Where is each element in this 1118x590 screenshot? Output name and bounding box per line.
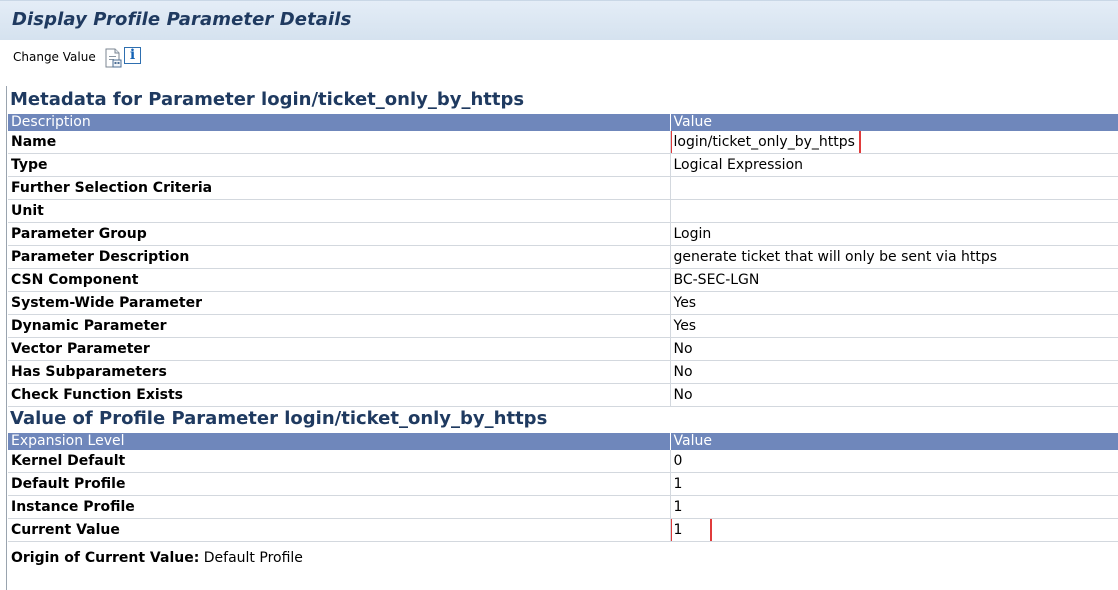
table-row: Name login/ticket_only_by_https [8, 131, 1118, 154]
table-row: CSN Component BC-SEC-LGN [8, 268, 1118, 292]
row-key: Vector Parameter [8, 337, 671, 361]
row-value[interactable]: No [670, 360, 1118, 384]
table-row: Unit [8, 199, 1118, 223]
metadata-table: Description Value Name login/ticket_only… [8, 114, 1118, 407]
row-key: Check Function Exists [8, 383, 671, 407]
column-header-description[interactable]: Description [8, 114, 671, 131]
row-value[interactable]: No [670, 337, 1118, 361]
table-row: System-Wide Parameter Yes [8, 291, 1118, 315]
origin-value: Default Profile [203, 550, 303, 566]
row-value[interactable]: 0 [670, 450, 1118, 473]
row-value[interactable]: 1 [670, 472, 1118, 496]
row-value[interactable]: 1 [670, 518, 1118, 542]
row-key: Further Selection Criteria [8, 176, 671, 200]
table-row: Further Selection Criteria [8, 176, 1118, 200]
highlighted-current-value: 1 [670, 518, 713, 541]
row-key: CSN Component [8, 268, 671, 292]
table-row: Parameter Description generate ticket th… [8, 245, 1118, 269]
row-key: Has Subparameters [8, 360, 671, 384]
table-row: Instance Profile 1 [8, 495, 1118, 519]
title-bar: Display Profile Parameter Details [0, 0, 1118, 40]
row-key: System-Wide Parameter [8, 291, 671, 315]
table-row: Vector Parameter No [8, 337, 1118, 361]
table-row: Default Profile 1 [8, 472, 1118, 496]
row-value[interactable]: BC-SEC-LGN [670, 268, 1118, 292]
toolbar: Change Value i [0, 40, 1118, 78]
row-key: Parameter Description [8, 245, 671, 269]
row-key: Type [8, 153, 671, 177]
row-value[interactable]: Yes [670, 314, 1118, 338]
column-header-value[interactable]: Value [670, 114, 1118, 131]
origin-label: Origin of Current Value: [11, 550, 200, 566]
row-value[interactable] [670, 199, 1118, 223]
row-key: Default Profile [8, 472, 671, 496]
row-value[interactable]: login/ticket_only_by_https [670, 131, 1118, 154]
values-table: Expansion Level Value Kernel Default 0 D… [8, 433, 1118, 542]
table-row: Has Subparameters No [8, 360, 1118, 384]
column-header-value[interactable]: Value [670, 433, 1118, 450]
change-value-button[interactable]: Change Value [13, 50, 96, 64]
highlighted-name-value: login/ticket_only_by_https [670, 131, 861, 153]
page-title: Display Profile Parameter Details [12, 9, 352, 30]
row-key: Unit [8, 199, 671, 223]
row-key: Instance Profile [8, 495, 671, 519]
left-divider [6, 86, 7, 590]
document-icon[interactable] [104, 48, 122, 68]
info-icon[interactable]: i [124, 47, 141, 64]
column-header-expansion-level[interactable]: Expansion Level [8, 433, 671, 450]
row-value[interactable]: 1 [670, 495, 1118, 519]
values-section-header: Value of Profile Parameter login/ticket_… [10, 408, 548, 429]
row-value[interactable]: No [670, 383, 1118, 407]
table-row: Current Value 1 [8, 518, 1118, 542]
row-key: Dynamic Parameter [8, 314, 671, 338]
table-row: Parameter Group Login [8, 222, 1118, 246]
row-value[interactable] [670, 176, 1118, 200]
table-row: Check Function Exists No [8, 383, 1118, 407]
row-key: Kernel Default [8, 450, 671, 473]
row-key: Current Value [8, 518, 671, 542]
metadata-section-header: Metadata for Parameter login/ticket_only… [10, 89, 525, 110]
row-value[interactable]: Logical Expression [670, 153, 1118, 177]
origin-of-current-value: Origin of Current Value: Default Profile [11, 550, 303, 566]
metadata-table-header: Description Value [8, 114, 1118, 131]
table-row: Type Logical Expression [8, 153, 1118, 177]
table-row: Dynamic Parameter Yes [8, 314, 1118, 338]
row-key: Parameter Group [8, 222, 671, 246]
row-value[interactable]: generate ticket that will only be sent v… [670, 245, 1118, 269]
row-value[interactable]: Login [670, 222, 1118, 246]
row-value[interactable]: Yes [670, 291, 1118, 315]
table-row: Kernel Default 0 [8, 450, 1118, 473]
row-key: Name [8, 131, 671, 154]
values-table-header: Expansion Level Value [8, 433, 1118, 450]
